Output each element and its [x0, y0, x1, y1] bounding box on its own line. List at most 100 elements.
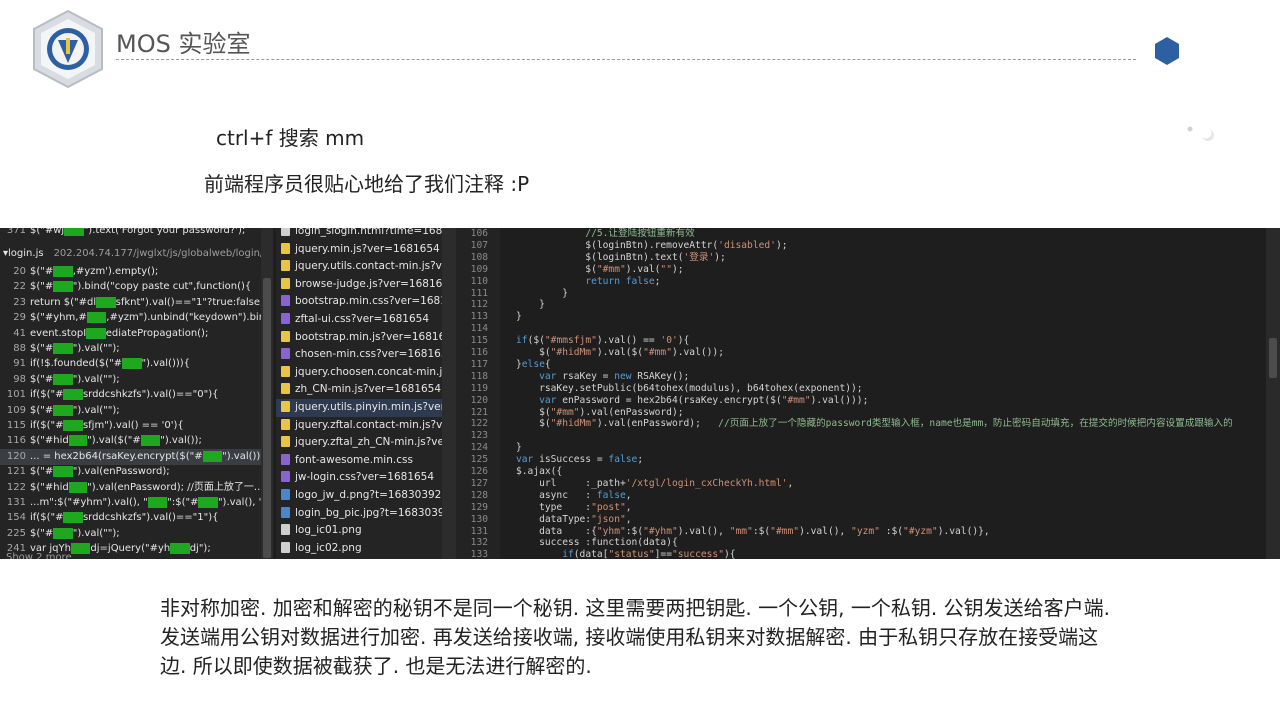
search-result-row[interactable]: 41 event.stopImmediatePropagation();: [0, 326, 261, 342]
file-doc-icon: [281, 228, 290, 236]
file-list-scrollbar[interactable]: [442, 228, 456, 559]
file-js-icon: [281, 260, 290, 272]
search-result-row[interactable]: 101 if($("#mmsrddcshkzfs").val()=="0"){: [0, 387, 261, 403]
search-result-row[interactable]: 88 $("#mm").val("");: [0, 341, 261, 357]
search-results-panel: 371 $("#wjmm").text('Forgot your password…: [0, 228, 261, 559]
code-line: 111 }: [470, 287, 568, 299]
file-list-item[interactable]: login_bg_pic.jpg?t=16830392035: [276, 505, 442, 523]
search-result-row[interactable]: 115 if($("#mmsfjm").val() == '0'){: [0, 418, 261, 434]
search-result-row[interactable]: 109 $("#mm").val("");: [0, 403, 261, 419]
code-scrollbar[interactable]: [1266, 228, 1280, 559]
file-list-item[interactable]: jquery.zftal_zh_CN-min.js?ver=16: [276, 434, 442, 452]
search-result-row[interactable]: 120... = hex2b64(rsaKey.encrypt($("#mm")…: [0, 448, 261, 465]
file-list-item[interactable]: log_ic01.png: [276, 522, 442, 540]
code-line: 122 $("#hidMm").val(enPassword); //页面上放了…: [470, 418, 1233, 430]
file-list-item[interactable]: zftal-ui.css?ver=1681654: [276, 311, 442, 329]
file-list-item[interactable]: jquery.utils.pinyin.min.js?ver=168: [276, 399, 442, 417]
search-result-file[interactable]: ▾login.js 202.204.74.177/jwglxt/js/global…: [0, 246, 261, 262]
search-result-row[interactable]: 131 ...m":$("#yhm").val(), "mm":$("#mm").…: [0, 495, 261, 511]
brand-title: MOS 实验室: [116, 30, 251, 58]
file-png-icon: [281, 489, 290, 500]
code-line: 114: [470, 323, 488, 335]
file-js-icon: [281, 365, 290, 377]
search-result-row[interactable]: 116 $("#hidMm").val($("#mm").val());: [0, 433, 261, 449]
code-line: 128 async : false,: [470, 489, 632, 501]
decorative-dots-icon: [1187, 126, 1214, 141]
file-list-item[interactable]: login_slogin.html?time=16830391: [276, 228, 442, 241]
file-list-item[interactable]: jquery.min.js?ver=1681654: [276, 241, 442, 259]
file-js-icon: [281, 330, 290, 342]
code-line: 110 return false;: [470, 275, 661, 287]
file-list-item[interactable]: browse-judge.js?ver=1681654: [276, 276, 442, 294]
code-line: 131 data :{"yhm":$("#yhm").val(), "mm":$…: [470, 525, 990, 537]
code-line: 126 $.ajax({: [470, 466, 563, 477]
search-result-row[interactable]: 22 $("#mm").bind("copy paste cut",functio…: [0, 279, 261, 295]
file-list-item[interactable]: zh_CN-min.js?ver=1681654: [276, 381, 442, 399]
intro-shortcut-text: ctrl+f 搜索 mm: [216, 126, 365, 150]
file-doc-icon: [281, 541, 290, 553]
file-css-icon: [281, 295, 290, 307]
search-result-row[interactable]: 20 $("#mm,#yzm').empty();: [0, 264, 261, 280]
code-line: 113}: [470, 311, 522, 323]
code-line: 115 if($("#mmsfjm").val() == '0'){: [470, 335, 690, 347]
header-divider: [116, 59, 1136, 60]
code-line: 120 var enPassword = hex2b64(rsaKey.encr…: [470, 394, 869, 406]
mos-logo-icon: [33, 9, 103, 89]
file-js-icon: [281, 383, 290, 395]
intro-comment-text: 前端程序员很贴心地给了我们注释 :P: [204, 172, 530, 196]
results-scrollbar[interactable]: [261, 228, 273, 559]
file-js-icon: [281, 418, 290, 430]
file-list-item[interactable]: bootstrap.min.css?ver=1681654: [276, 293, 442, 311]
code-line: 109 $("#mm").val("");: [470, 263, 684, 275]
file-css-icon: [281, 453, 290, 465]
sources-file-list: login_slogin.html?time=16830391jquery.mi…: [276, 228, 442, 559]
code-line: 117}else{: [470, 358, 551, 370]
file-js-icon: [281, 401, 290, 412]
code-line: 129 type :"post",: [470, 501, 632, 513]
search-result-row[interactable]: 121 $("#mm").val(enPassword);: [0, 464, 261, 480]
file-js-icon: [281, 242, 290, 254]
search-result-row[interactable]: 91 if(!$.founded($("#mm").val())){: [0, 356, 261, 372]
code-line: 127 url :_path+'/xtgl/login_cxCheckYh.ht…: [470, 477, 794, 489]
file-list-item[interactable]: bootstrap.min.js?ver=1681654: [276, 329, 442, 347]
code-line: 121 $("#mm").val(enPassword);: [470, 406, 684, 418]
file-css-icon: [281, 471, 290, 483]
devtools-screenshot: 371 $("#wjmm").text('Forgot your password…: [0, 228, 1280, 559]
search-result-row[interactable]: 225 $("#mm").val("");: [0, 526, 261, 542]
file-list-item[interactable]: jquery.utils.contact-min.js?ver=16: [276, 258, 442, 276]
code-line: 118 var rsaKey = new RSAKey();: [470, 370, 690, 382]
code-line: 112 }: [470, 299, 545, 311]
file-js-icon: [281, 436, 290, 448]
search-result-row[interactable]: 23 return $("#dlmmsfknt").val()=="1"?true…: [0, 295, 261, 311]
search-result-row[interactable]: 98 $("#mm").val("");: [0, 372, 261, 388]
code-line: 133 if(data["status"]=="success"){: [470, 549, 736, 559]
file-list-item[interactable]: log_ic02.png: [276, 540, 442, 558]
search-result-row[interactable]: 122 $("#hidMm").val(enPassword); //页面上放了一…: [0, 480, 261, 496]
file-list-item[interactable]: jquery.zftal.contact-min.js?ver=16: [276, 417, 442, 435]
code-line: 125 var isSuccess = false;: [470, 454, 644, 466]
code-line: 119 rsaKey.setPublic(b64tohex(modulus), …: [470, 382, 863, 394]
file-list-item[interactable]: jw-login.css?ver=1681654: [276, 469, 442, 487]
file-js-icon: [281, 277, 290, 289]
code-editor: 106 //5.让登陆按钮重新有效 107 $(loginBtn).removeA…: [456, 228, 1280, 559]
code-line: 106 //5.让登陆按钮重新有效: [470, 228, 695, 239]
code-line: 124}: [470, 442, 522, 454]
file-list-item[interactable]: logo_jw_d.png?t=168303920353: [276, 487, 442, 505]
code-line: 108 $(loginBtn).text('登录');: [470, 251, 726, 263]
hexagon-accent-icon: [1155, 37, 1179, 65]
code-line: 132 success :function(data){: [470, 537, 678, 549]
code-line: 130 dataType:"json",: [470, 513, 632, 525]
show-more-link[interactable]: Show 2 more: [0, 550, 261, 559]
file-png-icon: [281, 506, 290, 518]
code-line: 123: [470, 430, 488, 442]
file-doc-icon: [281, 524, 290, 536]
file-css-icon: [281, 313, 290, 324]
file-list-item[interactable]: chosen-min.css?ver=1681654: [276, 346, 442, 364]
search-result-row[interactable]: 154 if($("#mmsrddcshkzfs").val()=="1"){: [0, 510, 261, 526]
search-result-row[interactable]: 29 $("#yhm,#mm,#yzm").unbind("keydown").b…: [0, 310, 261, 326]
file-list-item[interactable]: font-awesome.min.css: [276, 452, 442, 470]
code-line: 107 $(loginBtn).removeAttr('disabled');: [470, 239, 788, 251]
explanation-paragraph: 非对称加密. 加密和解密的秘钥不是同一个秘钥. 这里需要两把钥匙. 一个公钥, …: [160, 596, 1110, 678]
search-result-row[interactable]: 371 $("#wjmm").text('Forgot your password…: [0, 228, 261, 239]
file-list-item[interactable]: jquery.choosen.concat-min.js?ver: [276, 364, 442, 382]
